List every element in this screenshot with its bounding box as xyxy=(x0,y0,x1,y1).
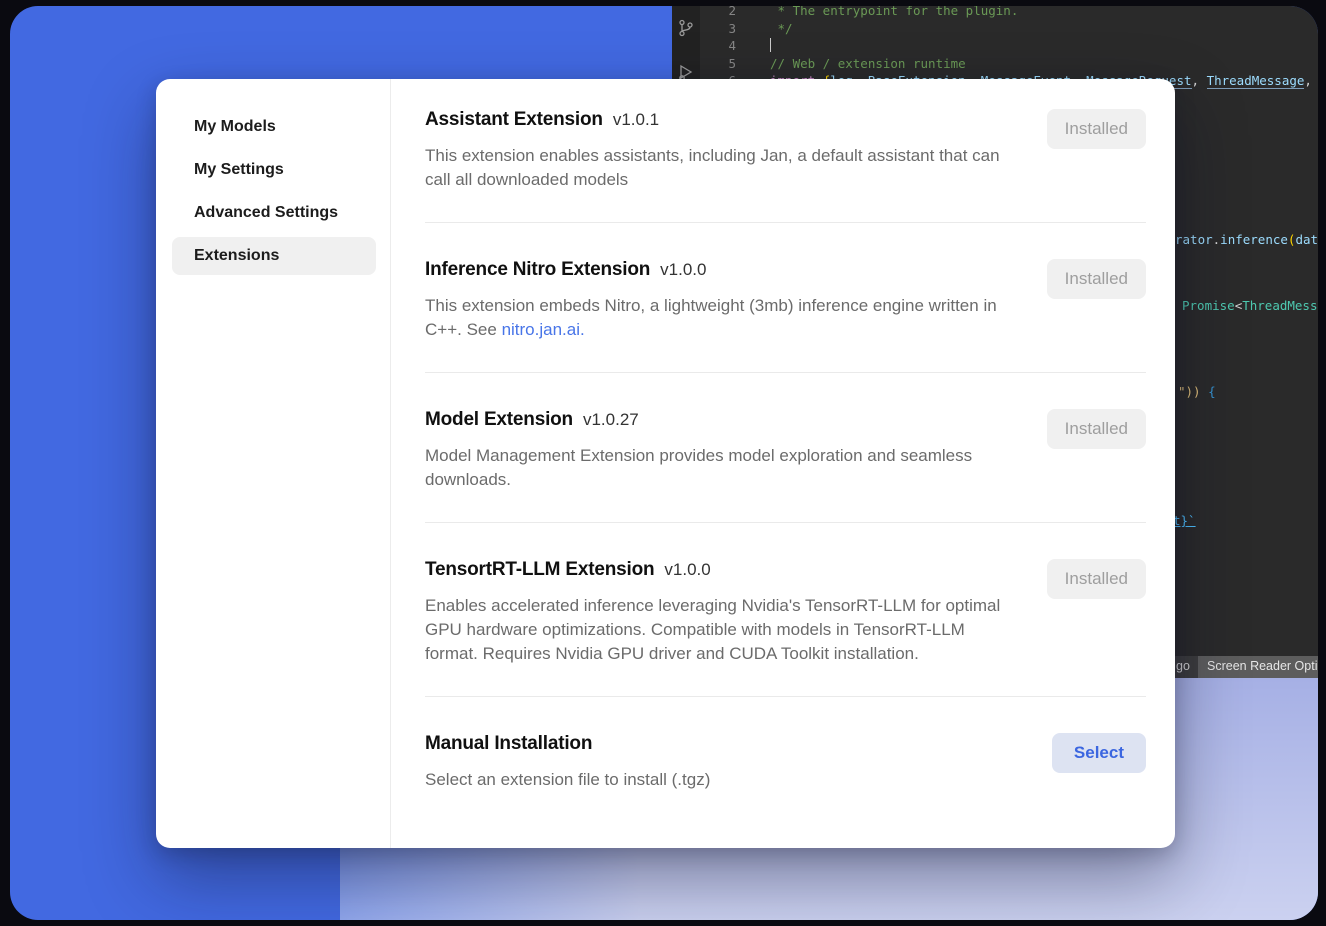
sidebar-item-my-settings[interactable]: My Settings xyxy=(172,151,376,189)
row-divider xyxy=(425,372,1146,373)
code-line-5: 5 // Web / extension runtime xyxy=(700,55,1318,73)
nitro-jan-ai-link[interactable]: nitro.jan.ai. xyxy=(502,320,585,339)
extension-title: Inference Nitro Extension v1.0.0 xyxy=(425,259,1005,281)
extension-description: This extension embeds Nitro, a lightweig… xyxy=(425,294,1005,342)
extension-title: TensortRT-LLM Extension v1.0.0 xyxy=(425,559,1005,581)
desktop-background: 2 * The entrypoint for the plugin. 3 */ … xyxy=(0,0,1326,926)
code-fragment: rator.inference(data)); xyxy=(1175,232,1318,247)
code-fragment: Promise<ThreadMessage> xyxy=(1182,298,1318,313)
sidebar-item-advanced-settings[interactable]: Advanced Settings xyxy=(172,194,376,232)
installed-button[interactable]: Installed xyxy=(1047,259,1146,299)
extension-description: Select an extension file to install (.tg… xyxy=(425,768,710,792)
extension-version: v1.0.0 xyxy=(664,560,710,579)
row-divider xyxy=(425,522,1146,523)
row-divider xyxy=(425,696,1146,697)
extension-name: TensortRT-LLM Extension xyxy=(425,559,654,580)
code-fragment: ")) { xyxy=(1178,384,1216,399)
extension-row-inference-nitro-extension: Inference Nitro Extension v1.0.0 This ext… xyxy=(425,259,1146,342)
source-control-icon[interactable] xyxy=(676,18,696,43)
text-cursor xyxy=(770,38,771,52)
settings-sidebar: My Models My Settings Advanced Settings … xyxy=(156,79,391,848)
extension-version: v1.0.1 xyxy=(613,110,659,129)
extension-row-model-extension: Model Extension v1.0.27 Model Management … xyxy=(425,409,1146,492)
extension-title: Manual Installation xyxy=(425,733,710,755)
settings-modal: My Models My Settings Advanced Settings … xyxy=(156,79,1175,848)
extension-name: Model Extension xyxy=(425,409,573,430)
extension-name: Manual Installation xyxy=(425,733,592,754)
extension-version: v1.0.0 xyxy=(660,260,706,279)
extension-row-tensortrt-llm-extension: TensortRT-LLM Extension v1.0.0 Enables ac… xyxy=(425,559,1146,666)
row-divider xyxy=(425,222,1146,223)
editor-code-lines: 2 * The entrypoint for the plugin. 3 */ … xyxy=(700,6,1318,90)
line-number: 5 xyxy=(700,55,748,73)
code-line-2: 2 * The entrypoint for the plugin. xyxy=(700,6,1318,20)
extension-version: v1.0.27 xyxy=(583,410,639,429)
extension-name: Inference Nitro Extension xyxy=(425,259,650,280)
sidebar-item-extensions[interactable]: Extensions xyxy=(172,237,376,275)
code-line-3: 3 */ xyxy=(700,20,1318,38)
status-bar-text: go xyxy=(1176,659,1190,673)
app-window: 2 * The entrypoint for the plugin. 3 */ … xyxy=(10,6,1318,920)
line-number: 3 xyxy=(700,20,748,38)
sidebar-item-my-models[interactable]: My Models xyxy=(172,108,376,146)
line-number: 4 xyxy=(700,37,748,55)
installed-button[interactable]: Installed xyxy=(1047,409,1146,449)
extensions-panel: Assistant Extension v1.0.1 This extension… xyxy=(391,79,1175,848)
extension-title: Model Extension v1.0.27 xyxy=(425,409,1005,431)
extension-name: Assistant Extension xyxy=(425,109,603,130)
installed-button[interactable]: Installed xyxy=(1047,559,1146,599)
extension-row-manual-installation: Manual Installation Select an extension … xyxy=(425,733,1146,792)
extension-title: Assistant Extension v1.0.1 xyxy=(425,109,1005,131)
screen-reader-optimized-status[interactable]: Screen Reader Optimized xyxy=(1198,656,1318,678)
code-line-4: 4 xyxy=(700,37,1318,55)
extension-description: Enables accelerated inference leveraging… xyxy=(425,594,1005,666)
select-file-button[interactable]: Select xyxy=(1052,733,1146,773)
extension-description: This extension enables assistants, inclu… xyxy=(425,144,1005,192)
extension-description: Model Management Extension provides mode… xyxy=(425,444,1005,492)
extension-row-assistant-extension: Assistant Extension v1.0.1 This extension… xyxy=(425,109,1146,192)
line-number: 2 xyxy=(700,6,748,20)
code-fragment: t}` xyxy=(1173,513,1196,528)
installed-button[interactable]: Installed xyxy=(1047,109,1146,149)
